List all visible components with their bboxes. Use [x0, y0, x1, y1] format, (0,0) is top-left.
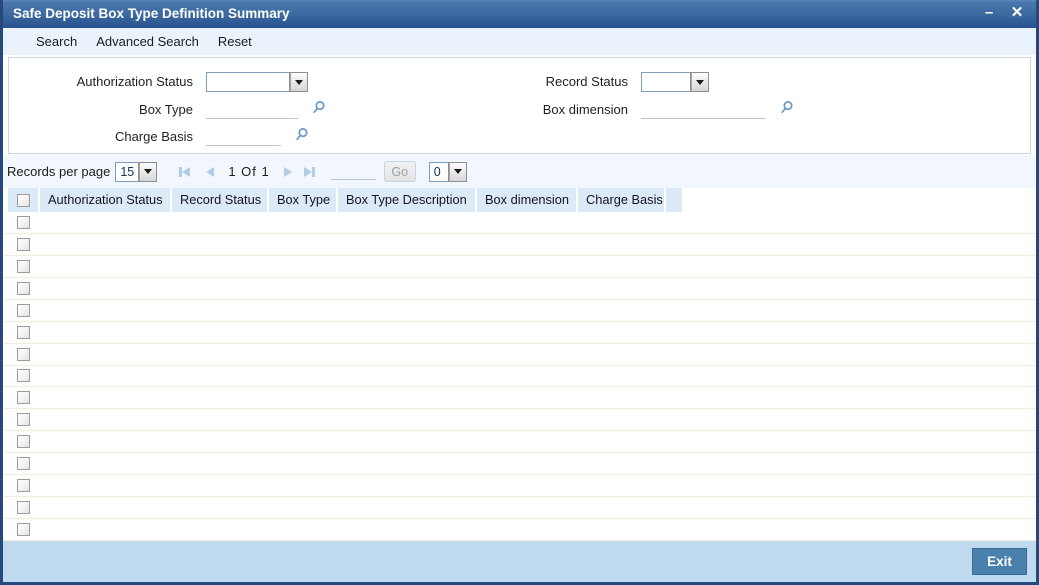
chevron-down-icon[interactable] — [138, 161, 158, 182]
pagination-toolbar: Records per page 15 1 Of 1 Go 0 — [3, 155, 1036, 188]
records-per-page-value: 15 — [120, 164, 135, 179]
table-row — [3, 497, 1036, 520]
table-row — [3, 475, 1036, 498]
exit-button[interactable]: Exit — [972, 548, 1027, 575]
app-window: Safe Deposit Box Type Definition Summary… — [0, 0, 1039, 585]
search-icon[interactable] — [294, 127, 309, 147]
box-dimension-label: Box dimension — [542, 102, 628, 117]
close-icon[interactable]: ✕ — [1006, 0, 1028, 28]
table-row — [3, 365, 1036, 388]
select-all-cell — [8, 188, 38, 212]
box-type-label: Box Type — [139, 102, 193, 117]
minimize-icon[interactable]: – — [978, 0, 1000, 28]
table-row — [3, 255, 1036, 278]
authorization-status-select[interactable] — [206, 72, 308, 92]
go-button[interactable]: Go — [383, 161, 416, 182]
row-checkbox[interactable] — [17, 435, 30, 449]
charge-basis-label: Charge Basis — [114, 129, 193, 144]
column-header-charge-basis[interactable]: Charge Basis — [578, 188, 664, 212]
box-type-input[interactable] — [206, 101, 298, 119]
first-page-icon[interactable] — [179, 166, 191, 177]
row-checkbox[interactable] — [17, 215, 30, 229]
record-status-label: Record Status — [545, 74, 628, 89]
box-dimension-input[interactable] — [641, 101, 766, 119]
page-jump-input[interactable] — [330, 163, 376, 180]
last-page-icon[interactable] — [303, 166, 315, 177]
row-checkbox[interactable] — [17, 325, 30, 339]
next-page-icon[interactable] — [283, 166, 292, 177]
row-checkbox[interactable] — [17, 369, 30, 383]
select-all-checkbox[interactable] — [16, 193, 30, 207]
charge-basis-input[interactable] — [206, 128, 281, 146]
row-checkbox[interactable] — [17, 479, 30, 493]
previous-page-icon[interactable] — [206, 166, 215, 177]
chevron-down-icon[interactable] — [690, 72, 709, 92]
row-checkbox[interactable] — [17, 281, 30, 295]
row-checkbox[interactable] — [17, 237, 30, 251]
record-status-select[interactable] — [641, 72, 709, 92]
table-header: Authorization Status Record Status Box Typ… — [8, 188, 682, 212]
menu-item-advanced-search[interactable]: Advanced Search — [96, 34, 199, 49]
table-row — [3, 321, 1036, 344]
row-checkbox[interactable] — [17, 347, 30, 361]
row-checkbox[interactable] — [17, 259, 30, 273]
secondary-select[interactable]: 0 — [428, 161, 467, 182]
search-icon[interactable] — [779, 100, 794, 120]
row-checkbox[interactable] — [17, 501, 30, 515]
column-header-box-type[interactable]: Box Type — [269, 188, 336, 212]
row-checkbox[interactable] — [17, 391, 30, 405]
secondary-select-value: 0 — [433, 164, 441, 179]
table-row — [3, 299, 1036, 322]
records-per-page-label: Records per page — [7, 164, 111, 179]
chevron-down-icon[interactable] — [289, 72, 308, 92]
row-checkbox[interactable] — [17, 413, 30, 427]
column-header-box-type-description[interactable]: Box Type Description — [338, 188, 475, 212]
table-row — [3, 387, 1036, 410]
column-header-authorization-status[interactable]: Authorization Status — [40, 188, 170, 212]
column-header-stub — [666, 188, 682, 212]
row-checkbox[interactable] — [17, 303, 30, 317]
footer-bar: Exit — [3, 541, 1036, 582]
column-header-record-status[interactable]: Record Status — [172, 188, 267, 212]
table-row — [3, 233, 1036, 256]
table-row — [3, 343, 1036, 366]
menu-item-reset[interactable]: Reset — [218, 34, 252, 49]
table-row — [3, 431, 1036, 454]
search-criteria-panel: Authorization Status Record Status Box T… — [8, 57, 1031, 154]
column-header-box-dimension[interactable]: Box dimension — [477, 188, 576, 212]
authorization-status-label: Authorization Status — [76, 74, 193, 89]
records-per-page-select[interactable]: 15 — [115, 161, 158, 182]
row-checkbox[interactable] — [17, 457, 30, 471]
menu-item-search[interactable]: Search — [36, 34, 77, 49]
table-row — [3, 519, 1036, 541]
chevron-down-icon[interactable] — [447, 161, 467, 182]
window-title: Safe Deposit Box Type Definition Summary — [13, 6, 290, 21]
table-body — [3, 212, 1036, 541]
search-icon[interactable] — [311, 100, 326, 120]
menubar: Search Advanced Search Reset — [3, 28, 1036, 55]
table-row — [3, 277, 1036, 300]
table-row — [3, 409, 1036, 432]
row-checkbox[interactable] — [17, 523, 30, 537]
table-row — [3, 212, 1036, 234]
page-position: 1 Of 1 — [228, 164, 270, 179]
titlebar: Safe Deposit Box Type Definition Summary… — [3, 0, 1036, 28]
table-row — [3, 453, 1036, 476]
